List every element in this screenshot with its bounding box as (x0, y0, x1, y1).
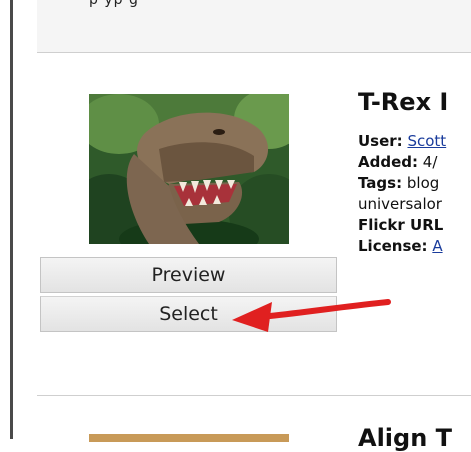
tags-value-continued: universalor (358, 195, 442, 213)
next-result-title: Align T (358, 424, 453, 452)
flickr-label: Flickr URL (358, 216, 444, 234)
row-divider-bottom (37, 395, 471, 396)
added-value: 4/ (422, 153, 438, 171)
previous-row-text: p yp g (89, 0, 139, 8)
added-label: Added: (358, 153, 418, 171)
tags-value: blog (406, 174, 440, 192)
added-row: Added: 4/ (358, 153, 437, 171)
page-left-margin (0, 0, 10, 439)
flickr-row: Flickr URL (358, 216, 443, 234)
tags-row-continued: universalor (358, 195, 442, 213)
user-label: User: (358, 132, 403, 150)
result-title: T-Rex I (358, 88, 449, 116)
trex-image (89, 94, 289, 244)
red-arrow-annotation (232, 299, 391, 332)
license-row: License: A (358, 237, 443, 255)
row-divider-top (37, 52, 471, 53)
left-border (10, 0, 13, 439)
license-link[interactable]: A (432, 237, 442, 255)
trex-thumbnail[interactable] (89, 94, 289, 244)
tags-label: Tags: (358, 174, 403, 192)
previous-row-footer: p yp g (37, 0, 471, 53)
user-link[interactable]: Scott (407, 132, 446, 150)
user-row: User: Scott (358, 132, 446, 150)
next-result-thumbnail[interactable] (89, 434, 289, 442)
preview-button[interactable]: Preview (40, 257, 337, 293)
license-label: License: (358, 237, 428, 255)
tags-row: Tags: blog (358, 174, 439, 192)
